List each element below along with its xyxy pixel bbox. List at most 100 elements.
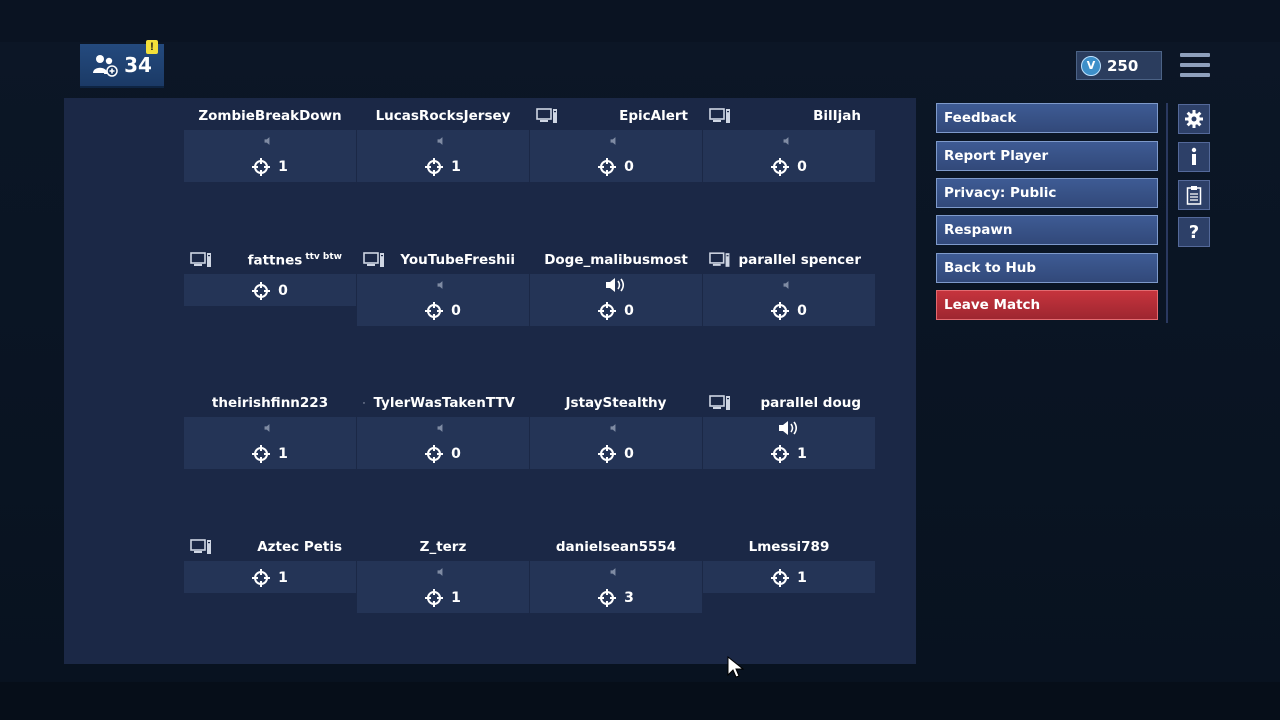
player-stats-box: 1 — [184, 130, 356, 182]
voice-toggle[interactable] — [703, 417, 875, 439]
voice-toggle[interactable] — [530, 130, 702, 152]
player-stats-box: 3 — [530, 561, 702, 613]
player-name-row: parallel spencer — [703, 246, 875, 274]
player-card[interactable]: theirishfinn223 1 — [184, 389, 356, 469]
player-card[interactable]: LucasRocksJersey 1 — [357, 102, 529, 182]
back-to-hub-button[interactable]: Back to Hub — [936, 253, 1158, 283]
player-stats-box: 1 — [703, 561, 875, 593]
player-card[interactable]: Doge_malibusmost 0 — [530, 246, 702, 326]
report-player-button[interactable]: Report Player — [936, 141, 1158, 171]
speaker-muted-icon[interactable] — [783, 135, 795, 147]
player-name-row: Z_terz — [357, 533, 529, 561]
player-name-tag: ttv btw — [305, 251, 342, 262]
player-kills: 0 — [184, 276, 356, 306]
voice-toggle[interactable] — [703, 130, 875, 152]
kill-count: 1 — [797, 446, 807, 462]
kill-count: 0 — [624, 159, 634, 175]
speaker-muted-icon[interactable] — [783, 279, 795, 291]
player-name: Z_terz — [419, 539, 467, 555]
kill-count: 0 — [278, 283, 288, 299]
voice-toggle[interactable] — [357, 417, 529, 439]
player-card[interactable]: EpicAlert 0 — [530, 102, 702, 182]
settings-button[interactable] — [1178, 104, 1210, 134]
voice-toggle[interactable] — [530, 561, 702, 583]
player-name: fattnes ttv btw — [248, 252, 342, 269]
player-stats-box: 0 — [703, 274, 875, 326]
speaker-muted-icon[interactable] — [437, 422, 449, 434]
voice-toggle[interactable] — [357, 274, 529, 296]
info-icon — [1191, 147, 1197, 165]
feedback-button[interactable]: Feedback — [936, 103, 1158, 133]
player-name-row: EpicAlert — [530, 102, 702, 130]
pc-platform-icon — [363, 252, 384, 267]
voice-toggle[interactable] — [530, 417, 702, 439]
player-card[interactable]: BilIjah 0 — [703, 102, 875, 182]
voice-toggle[interactable] — [357, 561, 529, 583]
mouse-cursor-icon — [727, 656, 745, 678]
speaker-muted-icon[interactable] — [437, 279, 449, 291]
player-name: danielsean5554 — [555, 539, 677, 555]
speaker-active-icon[interactable] — [778, 420, 800, 436]
player-name-row: TylerWasTakenTTV — [357, 389, 529, 417]
voice-toggle[interactable] — [530, 274, 702, 296]
crosshair-icon — [598, 445, 617, 463]
player-card[interactable]: Lmessi789 1 — [703, 533, 875, 593]
player-stats-box: 1 — [184, 417, 356, 469]
player-card[interactable]: parallel spencer 0 — [703, 246, 875, 326]
clipboard-button[interactable] — [1178, 180, 1210, 210]
player-kills: 0 — [530, 152, 702, 182]
info-button[interactable] — [1178, 142, 1210, 172]
player-card[interactable]: fattnes ttv btw 0 — [184, 246, 356, 306]
player-kills: 1 — [703, 563, 875, 593]
player-name-row: LucasRocksJersey — [357, 102, 529, 130]
kill-count: 1 — [797, 570, 807, 586]
top-bar — [0, 0, 1280, 42]
player-name: LucasRocksJersey — [375, 108, 511, 124]
speaker-muted-icon[interactable] — [610, 135, 622, 147]
crosshair-icon — [771, 569, 790, 587]
crosshair-icon — [598, 158, 617, 176]
hamburger-menu-icon[interactable] — [1180, 53, 1210, 77]
player-card[interactable]: danielsean5554 3 — [530, 533, 702, 613]
player-kills: 0 — [530, 439, 702, 469]
player-card[interactable]: TylerWasTakenTTV 0 — [357, 389, 529, 469]
pc-platform-icon — [709, 252, 730, 267]
crosshair-icon — [771, 302, 790, 320]
speaker-muted-icon[interactable] — [610, 422, 622, 434]
notification-badge: ! — [146, 40, 158, 54]
speaker-muted-icon[interactable] — [437, 135, 449, 147]
player-card[interactable]: Aztec Petis 1 — [184, 533, 356, 593]
pc-platform-icon — [190, 539, 211, 554]
voice-toggle[interactable] — [184, 417, 356, 439]
voice-toggle[interactable] — [184, 130, 356, 152]
speaker-muted-icon[interactable] — [264, 135, 276, 147]
player-kills: 0 — [703, 152, 875, 182]
privacy-button[interactable]: Privacy: Public — [936, 178, 1158, 208]
voice-toggle[interactable] — [703, 274, 875, 296]
player-name-row: danielsean5554 — [530, 533, 702, 561]
player-name-row: YouTubeFreshii — [357, 246, 529, 274]
help-button[interactable]: ? — [1178, 217, 1210, 247]
leave-match-button[interactable]: Leave Match — [936, 290, 1158, 320]
crosshair-icon — [425, 302, 444, 320]
player-stats-box: 1 — [357, 130, 529, 182]
speaker-muted-icon[interactable] — [437, 566, 449, 578]
speaker-muted-icon[interactable] — [610, 566, 622, 578]
player-name: parallel doug — [760, 395, 862, 411]
player-card[interactable]: parallel doug 1 — [703, 389, 875, 469]
crosshair-icon — [425, 589, 444, 607]
voice-toggle[interactable] — [357, 130, 529, 152]
player-name: JstayStealthy — [565, 395, 667, 411]
speaker-muted-icon[interactable] — [264, 422, 276, 434]
respawn-button[interactable]: Respawn — [936, 215, 1158, 245]
player-card[interactable]: Z_terz 1 — [357, 533, 529, 613]
player-name: Doge_malibusmost — [544, 252, 688, 268]
player-name-row: JstayStealthy — [530, 389, 702, 417]
player-card[interactable]: YouTubeFreshii 0 — [357, 246, 529, 326]
player-card[interactable]: JstayStealthy 0 — [530, 389, 702, 469]
player-name-row: theirishfinn223 — [184, 389, 356, 417]
speaker-active-icon[interactable] — [605, 277, 627, 293]
kill-count: 1 — [278, 570, 288, 586]
vbucks-counter[interactable]: V 250 — [1076, 51, 1162, 80]
player-card[interactable]: ZombieBreakDown 1 — [184, 102, 356, 182]
